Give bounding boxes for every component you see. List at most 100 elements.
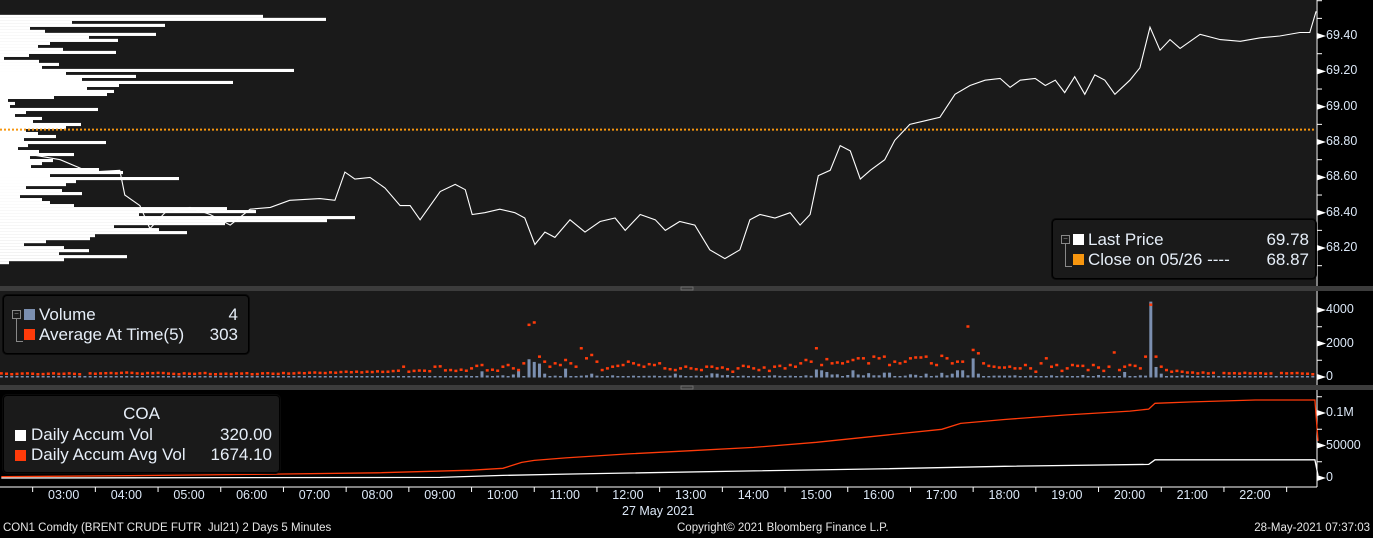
volume-profile-bar bbox=[0, 44, 38, 48]
avg-at-time-marker bbox=[506, 363, 510, 367]
volume-bar bbox=[548, 375, 552, 378]
volume-bar bbox=[1102, 375, 1106, 378]
avg-at-time-marker bbox=[1295, 371, 1299, 375]
volume-bar bbox=[616, 375, 620, 378]
volume-bar bbox=[626, 375, 630, 378]
volume-bar bbox=[146, 376, 150, 378]
avg-at-time-marker bbox=[67, 372, 71, 375]
volume-bar bbox=[574, 375, 578, 378]
time-tick-label: 22:00 bbox=[1239, 488, 1271, 502]
volume-profile-bar bbox=[0, 155, 30, 160]
axis-tick-marker bbox=[1317, 340, 1326, 347]
avg-at-time-marker bbox=[396, 369, 400, 372]
volume-profile-bar bbox=[0, 122, 81, 127]
volume-bar bbox=[25, 376, 29, 378]
avg-at-time-marker bbox=[287, 372, 291, 375]
volume-bar bbox=[1227, 376, 1231, 378]
volume-bar bbox=[684, 375, 688, 378]
avg-at-time-marker bbox=[715, 367, 719, 370]
avg-at-time-marker bbox=[423, 369, 427, 372]
volume-profile-bar bbox=[0, 261, 9, 265]
volume-bar bbox=[569, 375, 573, 378]
volume-bar bbox=[365, 376, 369, 378]
avg-at-time-marker bbox=[370, 370, 374, 374]
volume-bar bbox=[867, 373, 871, 378]
volume-profile-bar bbox=[0, 119, 33, 124]
volume-profile-bar bbox=[0, 68, 294, 72]
volume-bar bbox=[240, 376, 244, 378]
accum-avg-value: 1674.10 bbox=[210, 445, 272, 464]
volume-tick-label: 4000 bbox=[1326, 302, 1354, 316]
volume-profile-bar bbox=[0, 56, 4, 60]
volume-profile-bar bbox=[0, 146, 18, 151]
avg-at-time-marker bbox=[987, 364, 991, 368]
volume-bar bbox=[297, 376, 301, 378]
avg-at-time-marker bbox=[908, 357, 912, 360]
avg-at-time-marker bbox=[1180, 370, 1184, 373]
volume-profile-bar bbox=[0, 201, 50, 205]
avg-at-time-marker bbox=[454, 369, 458, 373]
avg-at-time-marker bbox=[971, 348, 975, 352]
avg-at-time-marker bbox=[428, 369, 432, 373]
time-tick-label: 12:00 bbox=[612, 488, 644, 502]
avg-at-time-marker bbox=[46, 372, 50, 375]
avg-at-time-marker bbox=[574, 365, 578, 368]
volume-bar bbox=[861, 375, 865, 378]
avg-at-time-marker bbox=[600, 368, 604, 372]
volume-legend: − Volume 4 Average At Time(5) 303 bbox=[3, 295, 249, 354]
volume-bar bbox=[945, 375, 949, 378]
collapse-legend-icon[interactable]: − bbox=[12, 310, 21, 319]
volume-bar bbox=[1065, 375, 1069, 378]
volume-bar bbox=[229, 376, 233, 378]
volume-bar bbox=[46, 376, 50, 378]
avg-at-time-marker bbox=[621, 363, 625, 367]
avg-at-time-marker bbox=[297, 371, 301, 375]
avg-at-time-marker bbox=[5, 372, 9, 375]
volume-bar bbox=[1117, 375, 1121, 378]
collapse-legend-icon[interactable]: − bbox=[1061, 235, 1070, 244]
avg-at-time-marker bbox=[318, 371, 322, 375]
volume-bar bbox=[767, 375, 771, 378]
volume-bar bbox=[1003, 375, 1006, 378]
avg-at-time-marker bbox=[1232, 371, 1236, 375]
time-tick-label: 11:00 bbox=[549, 488, 580, 502]
avg-at-time-marker bbox=[699, 368, 703, 372]
volume-bar bbox=[1300, 375, 1304, 378]
volume-bar bbox=[924, 373, 928, 378]
volume-bar bbox=[1133, 375, 1137, 378]
volume-bar bbox=[255, 376, 259, 378]
volume-profile-bar bbox=[0, 17, 326, 21]
volume-bar bbox=[814, 369, 818, 378]
volume-bar bbox=[1086, 375, 1090, 378]
volume-bar bbox=[308, 376, 312, 378]
volume-bar bbox=[585, 375, 588, 378]
volume-profile-bar bbox=[0, 149, 39, 154]
avg-at-time-marker bbox=[20, 372, 24, 375]
volume-bar bbox=[506, 375, 510, 378]
volume-profile-bar bbox=[0, 32, 156, 36]
avg-at-time-marker bbox=[1112, 351, 1116, 354]
avg-at-time-marker bbox=[130, 371, 134, 375]
volume-bar bbox=[1170, 375, 1174, 378]
avg-at-time-marker bbox=[146, 371, 150, 375]
volume-bar bbox=[527, 359, 531, 378]
avg-at-time-marker bbox=[778, 364, 782, 368]
avg-at-time-marker bbox=[255, 372, 259, 376]
volume-bar bbox=[830, 374, 834, 378]
volume-bar bbox=[783, 375, 787, 378]
volume-bar bbox=[407, 375, 411, 378]
axis-tick-marker bbox=[1317, 410, 1326, 416]
volume-profile-bar bbox=[0, 252, 59, 256]
volume-profile-bar bbox=[0, 71, 66, 75]
last-price-value: 69.78 bbox=[1266, 230, 1309, 249]
axis-tick-marker bbox=[1317, 245, 1326, 252]
price-tick-label: 69.20 bbox=[1326, 63, 1358, 78]
volume-bar bbox=[119, 376, 123, 378]
avg-at-time-marker bbox=[652, 363, 656, 367]
volume-bar bbox=[193, 376, 197, 378]
close-label: Close on 05/26 ---- bbox=[1088, 250, 1230, 269]
volume-bar bbox=[679, 375, 683, 378]
avg-at-time-marker bbox=[689, 367, 693, 370]
volume-profile-bar bbox=[0, 47, 63, 51]
avg-at-time-marker bbox=[1264, 372, 1268, 375]
